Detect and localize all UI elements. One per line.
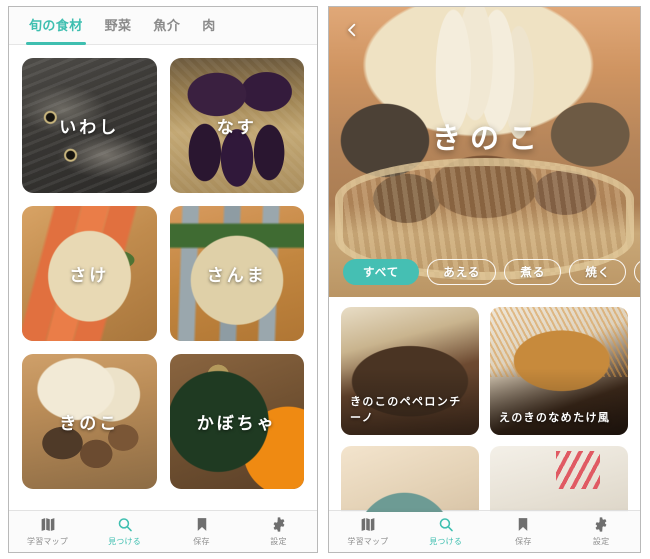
recipe-title: えのきのなめたけ風 xyxy=(499,412,611,425)
hero-title: きのこ xyxy=(431,123,546,155)
nav-label: 見つける xyxy=(108,537,141,546)
tab-shun-no-shokuzai[interactable]: 旬の食材 xyxy=(26,15,86,45)
nav-label: 学習マップ xyxy=(347,537,389,546)
nav-item-mitsukeru[interactable]: 見つける xyxy=(86,511,163,552)
food-card-kinoko[interactable]: きのこ xyxy=(22,354,157,489)
food-card-iwashi[interactable]: いわし xyxy=(22,58,157,193)
nav-item-gakushu-map[interactable]: 学習マップ xyxy=(329,511,407,552)
cooking-method-filter-chips: すべて あえる 煮る 焼く 炒める xyxy=(329,259,640,285)
bottom-navigation-left: 学習マップ 見つける 保存 設定 xyxy=(9,510,317,552)
tab-yasai[interactable]: 野菜 xyxy=(105,15,132,36)
nav-label: 設定 xyxy=(270,537,287,546)
chip-yaku[interactable]: 焼く xyxy=(569,259,627,285)
recipe-grid-scroll[interactable]: きのこのペペロンチーノ えのきのなめたけ風 xyxy=(329,297,640,512)
nav-item-gakushu-map[interactable]: 学習マップ xyxy=(9,511,86,552)
search-icon xyxy=(116,516,134,533)
food-card-sanma[interactable]: さんま xyxy=(169,206,304,341)
hero-header: きのこ すべて あえる 煮る 焼く 炒める xyxy=(329,7,640,297)
food-grid-scroll[interactable]: いわし なす さけ さんま きのこ かぼちゃ xyxy=(9,45,317,512)
tab-gyokai[interactable]: 魚介 xyxy=(153,15,180,36)
dual-phone-screenshot: 旬の食材 野菜 魚介 肉 いわし なす さけ さんま きのこ かぼちゃ 学習マッ… xyxy=(0,0,650,559)
nav-label: 設定 xyxy=(592,537,610,546)
chip-itameru[interactable]: 炒める xyxy=(634,259,640,285)
map-icon xyxy=(39,516,57,533)
food-card-label: いわし xyxy=(59,118,120,137)
food-card-grid: いわし なす さけ さんま きのこ かぼちゃ xyxy=(22,58,304,489)
chip-aeru[interactable]: あえる xyxy=(427,259,497,285)
nav-label: 保存 xyxy=(515,537,532,546)
category-tab-bar: 旬の食材 野菜 魚介 肉 xyxy=(9,7,317,45)
chip-niru[interactable]: 煮る xyxy=(504,259,562,285)
food-card-label: なす xyxy=(216,118,257,137)
right-phone-screen: きのこ すべて あえる 煮る 焼く 炒める きのこのペペロンチーノ えのきのなめ… xyxy=(328,6,641,553)
recipe-card-third[interactable] xyxy=(341,446,479,512)
bottom-navigation-right: 学習マップ 見つける 保存 設定 xyxy=(329,510,640,552)
nav-label: 学習マップ xyxy=(27,537,68,546)
food-card-label: さんま xyxy=(206,266,267,285)
nav-label: 見つける xyxy=(429,537,463,546)
left-phone-screen: 旬の食材 野菜 魚介 肉 いわし なす さけ さんま きのこ かぼちゃ 学習マッ… xyxy=(8,6,318,553)
nav-item-mitsukeru[interactable]: 見つける xyxy=(407,511,485,552)
food-card-sake[interactable]: さけ xyxy=(22,206,157,341)
tab-niku[interactable]: 肉 xyxy=(202,15,215,36)
food-card-label: かぼちゃ xyxy=(196,414,277,433)
recipe-card-peperoncino[interactable]: きのこのペペロンチーノ xyxy=(341,307,479,435)
nav-item-settei[interactable]: 設定 xyxy=(240,511,317,552)
food-card-label: さけ xyxy=(69,266,110,285)
nav-label: 保存 xyxy=(193,537,210,546)
recipe-card-fourth[interactable] xyxy=(490,446,628,512)
bookmark-icon xyxy=(193,516,211,533)
recipe-card-enoki-nametake[interactable]: えのきのなめたけ風 xyxy=(490,307,628,435)
chip-subete[interactable]: すべて xyxy=(343,259,420,285)
chevron-left-icon xyxy=(348,23,356,37)
bookmark-icon xyxy=(514,516,532,533)
gear-icon xyxy=(270,516,288,533)
nav-item-settei[interactable]: 設定 xyxy=(562,511,640,552)
search-icon xyxy=(437,516,455,533)
gear-icon xyxy=(592,516,610,533)
food-card-kabocha[interactable]: かぼちゃ xyxy=(169,354,304,489)
nav-item-hozon[interactable]: 保存 xyxy=(485,511,563,552)
recipe-card-grid: きのこのペペロンチーノ えのきのなめたけ風 xyxy=(341,307,628,512)
nav-item-hozon[interactable]: 保存 xyxy=(163,511,240,552)
map-icon xyxy=(359,516,377,533)
back-button[interactable] xyxy=(339,17,365,43)
food-card-nasu[interactable]: なす xyxy=(169,58,304,193)
recipe-title: きのこのペペロンチーノ xyxy=(350,396,462,425)
food-card-label: きのこ xyxy=(59,414,120,433)
